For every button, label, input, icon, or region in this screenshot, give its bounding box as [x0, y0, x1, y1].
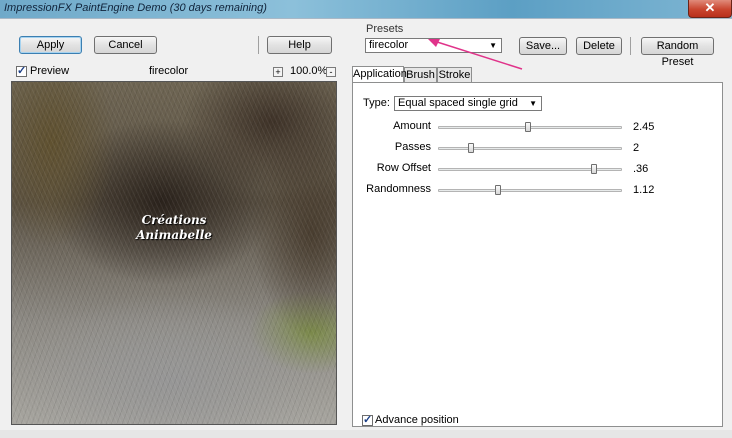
slider-value: 1.12 [633, 184, 655, 196]
randomness-slider-track[interactable] [438, 189, 622, 192]
type-label: Type: [363, 97, 390, 109]
application-panel: Type: Equal spaced single grid ▼ Amount … [352, 82, 723, 427]
slider-label: Row Offset [376, 162, 431, 174]
title-bar: ImpressionFX PaintEngine Demo (30 days r… [0, 0, 732, 18]
window-title: ImpressionFX PaintEngine Demo (30 days r… [4, 2, 267, 14]
random-preset-button[interactable]: Random Preset [641, 37, 714, 68]
chevron-down-icon: ▼ [529, 99, 537, 108]
cancel-button[interactable]: Cancel [94, 36, 157, 54]
close-icon: ✕ [704, 0, 716, 15]
row-offset-slider-thumb[interactable] [591, 164, 598, 174]
zoom-out-button[interactable]: - [326, 67, 336, 77]
delete-preset-button[interactable]: Delete [576, 37, 622, 55]
brush-texture [12, 82, 336, 424]
watermark-line-2: Animabelle [136, 228, 212, 242]
toolbar-separator [258, 36, 259, 54]
watermark-line-1: Créations [141, 213, 207, 227]
slider-value: 2 [633, 142, 640, 154]
zoom-in-button[interactable]: + [273, 67, 283, 77]
presets-separator [630, 37, 631, 55]
tab-application[interactable]: Application [352, 66, 407, 82]
presets-label: Presets [366, 23, 404, 35]
dialog: Apply Cancel Help Preview firecolor + 10… [0, 18, 732, 438]
minus-icon: - [329, 67, 333, 77]
preview-image[interactable]: Créations Animabelle [11, 81, 337, 425]
advance-position-checkbox[interactable] [362, 413, 373, 426]
amount-slider-thumb[interactable] [525, 122, 532, 132]
help-button[interactable]: Help [267, 36, 332, 54]
close-button[interactable]: ✕ [688, 0, 732, 18]
slider-label: Amount [393, 120, 431, 132]
slider-value: .36 [633, 163, 649, 175]
preview-preset-name: firecolor [149, 65, 189, 77]
apply-button[interactable]: Apply [19, 36, 82, 54]
advance-position-label: Advance position [375, 414, 459, 426]
randomness-slider-thumb[interactable] [494, 185, 501, 195]
tab-stroke[interactable]: Stroke [437, 67, 472, 82]
type-select-value: Equal spaced single grid [398, 97, 518, 109]
tab-brush[interactable]: Brush [404, 67, 437, 82]
passes-slider-thumb[interactable] [468, 143, 475, 153]
slider-label: Randomness [366, 183, 431, 195]
plus-icon: + [275, 67, 281, 77]
preview-label: Preview [30, 65, 70, 77]
type-select[interactable]: Equal spaced single grid ▼ [394, 96, 542, 111]
preview-checkbox[interactable] [16, 64, 27, 77]
zoom-level: 100.0% [290, 65, 328, 77]
preset-select-value: firecolor [369, 39, 409, 51]
slider-label: Passes [394, 141, 431, 153]
slider-value: 2.45 [633, 121, 655, 133]
passes-slider-track[interactable] [438, 147, 622, 150]
status-strip [0, 430, 732, 438]
